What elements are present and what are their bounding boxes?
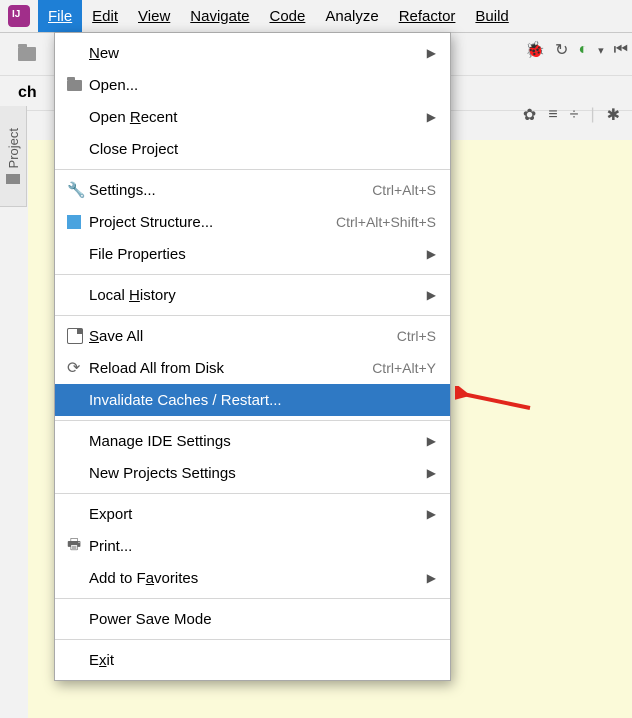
menu-code-label: Code (269, 8, 305, 25)
menu-settings[interactable]: 🔧 Settings... Ctrl+Alt+S (55, 174, 450, 206)
menu-local-history[interactable]: Local History ▶ (55, 279, 450, 311)
menu-save-all[interactable]: Save All Ctrl+S (55, 320, 450, 352)
project-tool-tab[interactable]: Project (0, 106, 27, 207)
menu-file-properties[interactable]: File Properties ▶ (55, 238, 450, 270)
file-menu-popup: New ▶ Open... Open Recent ▶ Close Projec… (54, 32, 451, 681)
print-icon: 🖶 (67, 534, 81, 559)
menu-power-save-label: Power Save Mode (89, 611, 436, 628)
menu-sep (55, 315, 450, 316)
menu-reload-disk-shortcut: Ctrl+Alt+Y (372, 360, 436, 376)
menu-navigate[interactable]: Navigate (180, 0, 259, 32)
submenu-arrow-icon: ▶ (427, 247, 436, 261)
menu-settings-shortcut: Ctrl+Alt+S (372, 182, 436, 198)
menu-refactor-label: Refactor (399, 8, 456, 25)
menu-sep (55, 493, 450, 494)
submenu-arrow-icon: ▶ (427, 507, 436, 521)
menu-navigate-label: Navigate (190, 8, 249, 25)
project-tool-label: Project (6, 128, 21, 168)
menu-settings-label: Settings... (89, 182, 362, 199)
menu-refactor[interactable]: Refactor (389, 0, 466, 32)
menu-sep (55, 169, 450, 170)
align-icon[interactable]: ≡ (548, 106, 557, 124)
menu-file-properties-label: File Properties (89, 246, 427, 263)
menu-reload-disk-label: Reload All from Disk (89, 360, 362, 377)
menu-view-label: View (138, 8, 170, 25)
menu-project-structure-label: Project Structure... (89, 214, 326, 231)
submenu-arrow-icon: ▶ (427, 46, 436, 60)
bug-icon[interactable]: 🐞 (525, 40, 545, 60)
menu-sep (55, 598, 450, 599)
app-logo-icon (8, 5, 30, 27)
menu-view[interactable]: View (128, 0, 180, 32)
project-tool-icon (6, 174, 20, 184)
menu-edit[interactable]: Edit (82, 0, 128, 32)
menu-open-label: Open... (89, 77, 436, 94)
menu-close-project[interactable]: Close Project (55, 133, 450, 165)
sort-icon[interactable]: ÷ (570, 106, 579, 124)
menu-reload-disk[interactable]: ⟳ Reload All from Disk Ctrl+Alt+Y (55, 352, 450, 384)
dropdown-icon[interactable]: ▾ (598, 44, 604, 57)
menu-build-label: Build (475, 8, 508, 25)
save-icon (67, 328, 83, 344)
menu-analyze[interactable]: Analyze (315, 0, 388, 32)
stop-icon[interactable]: ◐ (578, 41, 588, 59)
editor-toolbar: ✿ ≡ ÷ | ✱ (523, 105, 628, 125)
submenu-arrow-icon: ▶ (427, 466, 436, 480)
menu-manage-ide[interactable]: Manage IDE Settings ▶ (55, 425, 450, 457)
menu-open[interactable]: Open... (55, 69, 450, 101)
menu-export-label: Export (89, 506, 427, 523)
menu-sep (55, 274, 450, 275)
menu-file[interactable]: File (38, 0, 82, 32)
submenu-arrow-icon: ▶ (427, 571, 436, 585)
menu-open-recent[interactable]: Open Recent ▶ (55, 101, 450, 133)
reload-icon: ⟳ (67, 358, 80, 378)
menu-print[interactable]: 🖶 Print... (55, 530, 450, 562)
menu-new-projects-settings-label: New Projects Settings (89, 465, 427, 482)
menu-print-label: Print... (89, 538, 436, 555)
submenu-arrow-icon: ▶ (427, 110, 436, 124)
menu-add-favorites[interactable]: Add to Favorites ▶ (55, 562, 450, 594)
menu-file-label: File (48, 8, 72, 25)
settings-gear-icon[interactable]: ✱ (607, 105, 620, 125)
menu-edit-label: Edit (92, 8, 118, 25)
menu-sep (55, 639, 450, 640)
menu-project-structure-shortcut: Ctrl+Alt+Shift+S (336, 214, 436, 230)
submenu-arrow-icon: ▶ (427, 288, 436, 302)
menu-code[interactable]: Code (259, 0, 315, 32)
target-icon[interactable]: ✿ (523, 105, 536, 125)
menu-analyze-label: Analyze (325, 8, 378, 25)
wrench-icon: 🔧 (67, 181, 86, 199)
menu-build[interactable]: Build (465, 0, 518, 32)
menu-sep (55, 420, 450, 421)
structure-icon (67, 215, 81, 229)
menu-new[interactable]: New ▶ (55, 37, 450, 69)
menu-export[interactable]: Export ▶ (55, 498, 450, 530)
menu-project-structure[interactable]: Project Structure... Ctrl+Alt+Shift+S (55, 206, 450, 238)
menu-power-save[interactable]: Power Save Mode (55, 603, 450, 635)
submenu-arrow-icon: ▶ (427, 434, 436, 448)
open-folder-icon[interactable] (18, 47, 36, 61)
menu-manage-ide-label: Manage IDE Settings (89, 433, 427, 450)
breadcrumb-root[interactable]: ch (18, 84, 37, 102)
menu-exit[interactable]: Exit (55, 644, 450, 676)
menu-invalidate-caches-label: Invalidate Caches / Restart... (89, 392, 436, 409)
menu-new-projects-settings[interactable]: New Projects Settings ▶ (55, 457, 450, 489)
run-icon[interactable]: ↻ (555, 40, 568, 60)
open-icon (67, 80, 82, 91)
toolbar-sep: | (590, 106, 594, 124)
rewind-icon[interactable]: ⏮ (614, 41, 628, 59)
run-toolbar: 🐞 ↻ ◐ ▾ ⏮ (525, 40, 628, 60)
menu-bar: File Edit View Navigate Code Analyze Ref… (0, 0, 632, 33)
menu-save-all-shortcut: Ctrl+S (397, 328, 436, 344)
menu-invalidate-caches[interactable]: Invalidate Caches / Restart... (55, 384, 450, 416)
menu-close-project-label: Close Project (89, 141, 436, 158)
